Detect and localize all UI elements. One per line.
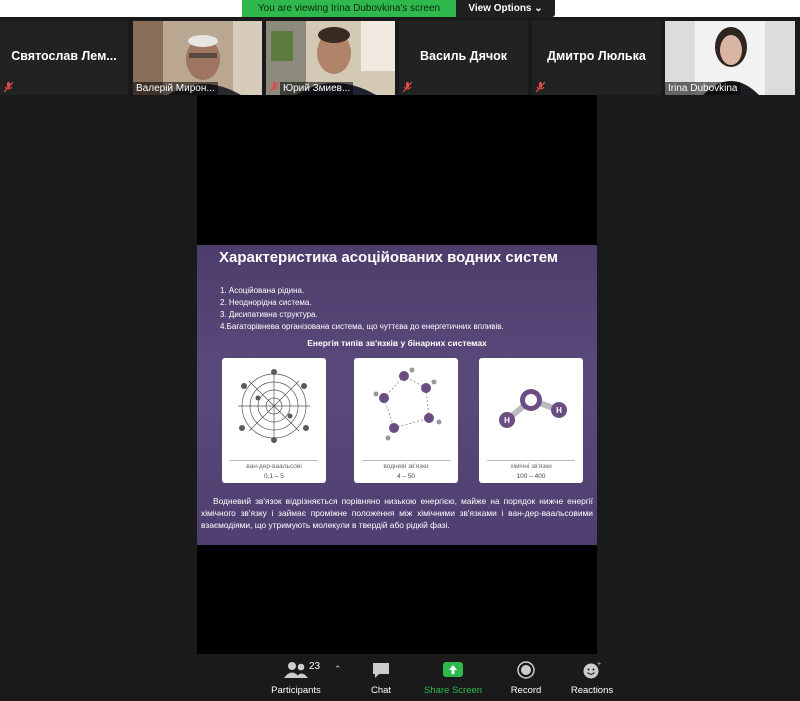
chevron-up-icon[interactable]: ⌃ <box>334 664 342 675</box>
view-options-button[interactable]: View Options ⌄ <box>456 0 555 17</box>
panel-label: ван-дер-ваальсові <box>246 463 302 470</box>
chat-button[interactable]: Chat <box>360 661 402 696</box>
record-button[interactable]: Record <box>505 661 547 696</box>
svg-text:H: H <box>504 416 510 425</box>
slide-subtitle: Енергія типів зв'язків у бінарних систем… <box>307 338 487 348</box>
participant-tile[interactable]: Юрий Змиев... <box>266 21 395 95</box>
slide-list: 1. Асоційована рідина. 2. Неоднорідна си… <box>220 285 504 333</box>
svg-text:+: + <box>597 661 601 668</box>
participant-tile[interactable]: Дмитро Люлька <box>532 21 661 95</box>
shared-screen: Характеристика асоційованих водних систе… <box>197 95 597 673</box>
participant-strip: Святослав Лем... Валерій Мирон... Юрий З… <box>0 19 800 95</box>
mic-muted-icon <box>4 82 13 92</box>
meeting-window: Святослав Лем... Валерій Мирон... Юрий З… <box>0 17 800 701</box>
water-cluster-illustration <box>373 367 442 441</box>
reactions-emoji-icon: + <box>583 661 601 679</box>
svg-text:H: H <box>556 406 562 415</box>
chemical-bond-panel: H H хімічні зв'язки 100 – 400 <box>479 358 583 483</box>
record-icon <box>517 661 535 679</box>
mic-muted-icon <box>536 82 545 92</box>
chat-icon <box>373 663 389 678</box>
participant-name: Святослав Лем... <box>11 49 117 63</box>
participant-tile[interactable]: Валерій Мирон... <box>133 21 262 95</box>
participant-tile[interactable]: Святослав Лем... <box>0 21 128 95</box>
participants-label: Participants <box>271 685 321 696</box>
chat-label: Chat <box>370 685 392 696</box>
reactions-button[interactable]: + Reactions <box>566 661 618 696</box>
reactions-label: Reactions <box>570 685 614 696</box>
participants-icon <box>284 662 308 678</box>
top-banner: You are viewing Irina Dubovkina's screen… <box>0 0 800 17</box>
panel-divider <box>487 460 575 461</box>
vdw-bond-panel: ван-дер-ваальсові 0,1 – 5 <box>222 358 326 483</box>
participant-tile[interactable]: Василь Дячок <box>399 21 528 95</box>
viewing-banner: You are viewing Irina Dubovkina's screen <box>242 0 456 17</box>
panel-value: 0,1 – 5 <box>264 473 284 480</box>
panel-label: водневі зв'язки <box>383 463 429 470</box>
participants-count: 23 <box>309 661 321 672</box>
hydrogen-bond-panel: водневі зв'язки 4 – 50 <box>354 358 458 483</box>
participant-name: Юрий Змиев... <box>280 82 354 95</box>
participant-name: Василь Дячок <box>419 49 508 63</box>
participant-name: Дмитро Люлька <box>547 49 646 63</box>
presentation-slide: Характеристика асоційованих водних систе… <box>197 245 597 545</box>
meeting-toolbar: Participants 23 ⌃ Chat Share Screen Reco… <box>0 654 800 701</box>
share-screen-button[interactable]: Share Screen <box>420 661 486 696</box>
participant-name: Irina Dubovkina <box>665 82 741 95</box>
share-screen-icon <box>443 662 463 677</box>
slide-list-item: 1. Асоційована рідина. <box>220 286 305 295</box>
vdw-web-illustration <box>238 369 310 443</box>
panel-value: 100 – 400 <box>516 473 546 480</box>
share-screen-label: Share Screen <box>423 685 483 696</box>
participant-name: Валерій Мирон... <box>133 82 218 95</box>
participant-tile-active-speaker[interactable]: Irina Dubovkina <box>665 21 795 95</box>
record-label: Record <box>510 685 542 696</box>
panel-divider <box>362 460 450 461</box>
view-options-label: View Options <box>468 3 532 14</box>
panel-label: хімічні зв'язки <box>510 463 552 470</box>
chevron-down-icon: ⌄ <box>534 3 543 14</box>
panel-divider <box>230 460 318 461</box>
slide-list-item: 2. Неоднорідна система. <box>220 298 312 307</box>
mic-muted-icon <box>270 82 279 92</box>
slide-title: Характеристика асоційованих водних систе… <box>219 249 558 266</box>
slide-list-item: 4.Багаторівнева організована система, що… <box>220 322 504 331</box>
slide-paragraph: Водневий зв'язок відрізняється порівняно… <box>201 496 593 530</box>
panel-value: 4 – 50 <box>396 473 416 480</box>
slide-list-item: 3. Дисипативна структура. <box>220 310 318 319</box>
water-molecule-illustration: H H <box>499 389 567 428</box>
mic-muted-icon <box>403 82 412 92</box>
